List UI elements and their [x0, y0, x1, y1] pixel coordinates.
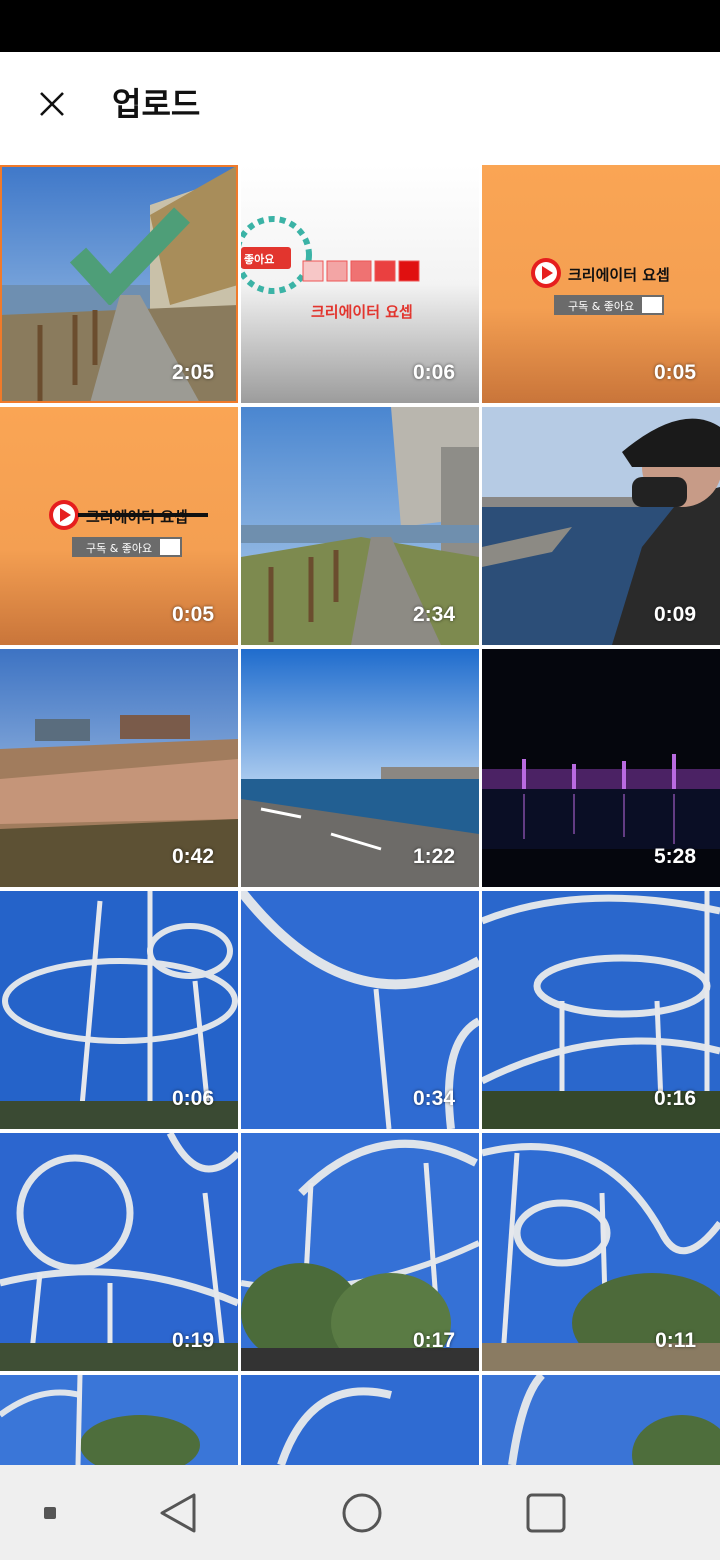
status-bar [0, 0, 720, 52]
video-duration: 2:34 [412, 603, 455, 626]
channel-name-text: 크리에이터 요셉 [568, 266, 670, 284]
video-thumbnail[interactable]: 0:09 [482, 407, 720, 645]
subscribe-text: 구독 & 좋아요 [86, 542, 153, 555]
subscribe-text: 구독 & 좋아요 [568, 300, 635, 313]
video-duration: 0:16 [653, 1087, 696, 1110]
video-thumbnail[interactable]: 0:11 [482, 1133, 720, 1371]
video-thumbnail[interactable]: 0:16 [482, 891, 720, 1129]
video-duration: 0:11 [655, 1329, 696, 1352]
video-thumbnail[interactable]: 0:06 [0, 891, 238, 1129]
close-icon [40, 92, 64, 116]
media-grid: 2:05 좋아요 크리에이터 요셉 0:06 크리에이터 요셉 구독 & 좋아요… [0, 165, 720, 1465]
thumbnail-image [482, 1375, 720, 1465]
video-duration: 0:05 [653, 361, 696, 384]
home-icon [342, 1493, 382, 1532]
video-thumbnail[interactable]: 크리에이터 요셉 구독 & 좋아요 0:05 [0, 407, 238, 645]
video-duration: 5:28 [653, 845, 696, 868]
video-thumbnail[interactable]: 1:22 [241, 649, 479, 887]
video-duration: 0:19 [171, 1329, 214, 1352]
video-thumbnail[interactable]: 5:28 [482, 649, 720, 887]
close-button[interactable] [22, 82, 82, 126]
app-header: 업로드 [0, 52, 720, 164]
home-button[interactable] [332, 1465, 392, 1560]
video-duration: 2:05 [171, 361, 214, 384]
video-duration: 0:06 [412, 361, 455, 384]
video-duration: 0:09 [653, 603, 696, 626]
overview-icon [526, 1493, 566, 1532]
overview-button[interactable] [516, 1465, 576, 1560]
video-thumbnail[interactable] [241, 1375, 479, 1465]
recents-dot-icon [44, 1506, 56, 1519]
video-thumbnail[interactable]: 좋아요 크리에이터 요셉 0:06 [241, 165, 479, 403]
video-thumbnail[interactable]: 0:17 [241, 1133, 479, 1371]
video-thumbnail[interactable]: 0:34 [241, 891, 479, 1129]
video-thumbnail[interactable]: 0:19 [0, 1133, 238, 1371]
video-duration: 0:06 [171, 1087, 214, 1110]
thumbnail-image [241, 1375, 479, 1465]
recents-dot-button[interactable] [30, 1465, 70, 1560]
thumbnail-image [0, 1375, 238, 1465]
system-navigation-bar [0, 1465, 720, 1560]
video-duration: 0:42 [171, 845, 214, 868]
video-thumbnail[interactable] [482, 1375, 720, 1465]
page-title: 업로드 [112, 85, 201, 123]
back-icon [160, 1493, 196, 1532]
video-duration: 0:05 [171, 603, 214, 626]
channel-name-text: 크리에이터 요셉 [86, 508, 188, 526]
video-thumbnail[interactable]: 0:42 [0, 649, 238, 887]
video-duration: 1:22 [412, 845, 455, 868]
like-badge-text: 좋아요 [244, 253, 275, 266]
video-thumbnail[interactable]: 크리에이터 요셉 구독 & 좋아요 0:05 [482, 165, 720, 403]
video-thumbnail[interactable] [0, 1375, 238, 1465]
video-thumbnail[interactable]: 2:34 [241, 407, 479, 645]
video-duration: 0:17 [412, 1329, 455, 1352]
back-button[interactable] [148, 1465, 208, 1560]
video-thumbnail[interactable]: 2:05 [0, 165, 238, 403]
channel-name-text: 크리에이터 요셉 [311, 303, 413, 321]
video-duration: 0:34 [412, 1087, 455, 1110]
